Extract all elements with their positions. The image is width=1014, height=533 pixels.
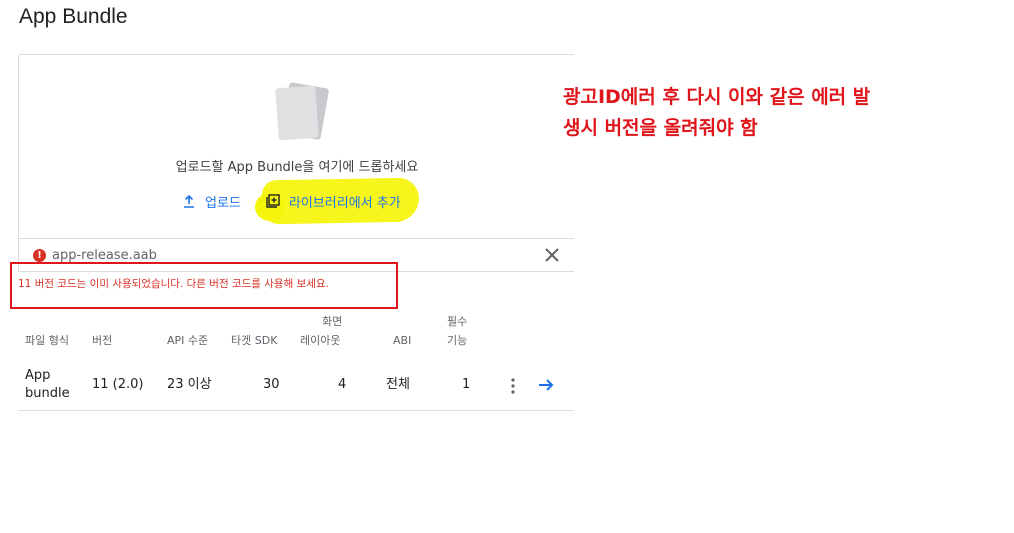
- close-icon[interactable]: [542, 245, 562, 265]
- header-version: 버전: [92, 334, 113, 347]
- header-required-line1: 필수: [447, 315, 468, 328]
- document-icon: [275, 82, 329, 141]
- file-name: app-release.aab: [52, 248, 157, 263]
- annotation-line-1: 광고ID에러 후 다시 이와 같은 에러 발: [563, 86, 871, 108]
- header-layout-line2: 레이아웃: [300, 334, 341, 347]
- cell-layout: 4: [338, 377, 347, 392]
- row-divider: [18, 410, 574, 411]
- header-required-line2: 기능: [447, 334, 468, 347]
- cell-api: 23 이상: [167, 377, 212, 392]
- header-target-sdk: 타겟 SDK: [231, 334, 278, 347]
- arrow-forward-icon[interactable]: [537, 376, 555, 394]
- upload-label: 업로드: [205, 195, 241, 211]
- header-format: 파일 형식: [25, 334, 69, 347]
- cell-version: 11 (2.0): [92, 377, 144, 392]
- cell-format-line1: App: [25, 368, 51, 383]
- annotation-line-2: 생시 버전을 올려줘야 함: [563, 117, 758, 139]
- cell-target-sdk: 30: [263, 377, 280, 392]
- cell-required: 1: [462, 377, 471, 392]
- error-icon: !: [33, 249, 46, 262]
- upload-button[interactable]: 업로드: [181, 192, 241, 211]
- library-add-icon: [265, 193, 281, 209]
- upload-actions: 업로드 라이브러리에서 추가: [181, 191, 401, 211]
- annotation-note: 광고ID에러 후 다시 이와 같은 에러 발 생시 버전을 올려줘야 함: [563, 82, 870, 144]
- add-from-library-button[interactable]: 라이브러리에서 추가: [265, 192, 401, 211]
- page-title: App Bundle: [19, 5, 128, 28]
- more-vert-icon[interactable]: [508, 377, 518, 395]
- error-message: 11 버전 코드는 이미 사용되었습니다. 다른 버전 코드를 사용해 보세요.: [18, 278, 329, 290]
- header-layout-line1: 화면: [322, 315, 343, 328]
- cell-abi: 전체: [386, 377, 410, 392]
- cell-format-line2: bundle: [25, 386, 70, 401]
- header-abi: ABI: [393, 334, 412, 347]
- header-api: API 수준: [167, 334, 209, 347]
- upload-icon: [181, 193, 197, 209]
- drop-instructions: 업로드할 App Bundle을 여기에 드롭하세요: [175, 160, 419, 175]
- library-label: 라이브러리에서 추가: [288, 195, 401, 211]
